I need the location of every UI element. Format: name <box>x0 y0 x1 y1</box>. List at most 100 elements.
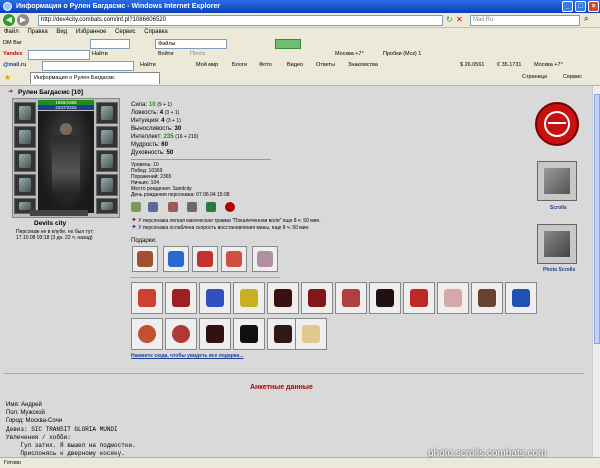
answers-button[interactable]: Ответы <box>316 60 335 70</box>
gift-item[interactable] <box>267 282 299 314</box>
gift-item[interactable] <box>131 318 163 350</box>
badge-icon[interactable] <box>225 202 235 212</box>
mailru-logo: @mail.ru <box>3 62 27 68</box>
page-menu[interactable]: Страница <box>522 74 547 80</box>
mailru-find-button[interactable]: Найти <box>140 60 156 70</box>
shield-slot[interactable] <box>96 174 118 196</box>
boots-slot[interactable] <box>96 198 118 214</box>
badge-icon[interactable] <box>131 202 141 212</box>
badge-icon[interactable] <box>168 202 178 212</box>
dm-search-input[interactable] <box>90 39 130 49</box>
page-content: Рулен Багдасмс [10] ➔ 1968/1968 2347/231… <box>0 86 600 467</box>
login-button[interactable]: Войти <box>158 49 173 59</box>
tab-current[interactable]: Информация о Рулен Багдасмс <box>30 72 160 84</box>
gift-item[interactable] <box>403 282 435 314</box>
back-button[interactable]: ◀ <box>3 14 15 26</box>
gift-item[interactable] <box>221 246 247 272</box>
usd-rate: $ 26.0561 <box>460 62 485 68</box>
photo-scrolls-link[interactable]: Photo Scrolls <box>543 267 575 273</box>
favorites-star-icon[interactable]: ★ <box>4 73 11 82</box>
gift-item[interactable] <box>233 318 265 350</box>
badge-icon[interactable] <box>148 202 158 212</box>
gift-item[interactable] <box>335 282 367 314</box>
video-button[interactable]: Видео <box>287 60 303 70</box>
gift-item[interactable] <box>192 246 218 272</box>
profile-hobbies-line: Гул затих. Я вышел на подмостки. <box>6 442 136 449</box>
mail-button[interactable]: Почта <box>190 49 205 59</box>
traffic-widget[interactable]: Пробки (Мск) 1 <box>383 49 421 59</box>
helmet-slot[interactable] <box>14 102 36 124</box>
earring-slot[interactable] <box>96 102 118 124</box>
gift-item[interactable] <box>233 282 265 314</box>
gift-item[interactable] <box>132 246 158 272</box>
gift-item[interactable] <box>369 282 401 314</box>
photo-button[interactable]: Фото <box>259 60 272 70</box>
menu-edit[interactable]: Правка <box>27 29 47 35</box>
gift-item[interactable] <box>437 282 469 314</box>
my-world-button[interactable]: Мой мир <box>196 60 218 70</box>
gift-item[interactable] <box>301 282 333 314</box>
forward-button[interactable]: ▶ <box>17 14 29 26</box>
blogs-button[interactable]: Блоги <box>232 60 247 70</box>
refresh-icon[interactable]: ↻ <box>446 15 453 24</box>
arrow-icon: ➔ <box>8 89 14 95</box>
close-button[interactable]: × <box>588 1 599 12</box>
menu-tools[interactable]: Сервис <box>115 29 136 35</box>
maximize-button[interactable]: □ <box>575 1 586 12</box>
scrolls-link[interactable]: Scrolls <box>550 205 567 211</box>
gloves-slot[interactable] <box>96 150 118 172</box>
stat-strength: Сила: 10 (9 + 1) <box>131 102 172 108</box>
mana-bar: 2347/2315 <box>38 105 94 110</box>
minimize-button[interactable]: _ <box>562 1 573 12</box>
service-menu[interactable]: Сервис <box>563 74 582 80</box>
eur-rate: € 35.1731 <box>497 62 522 68</box>
mailru-search-input[interactable] <box>42 61 134 71</box>
weather-widget[interactable]: Москва +7° <box>335 49 364 59</box>
menu-file[interactable]: Файл <box>4 29 19 35</box>
stand-bar <box>30 210 88 216</box>
gifts-divider <box>130 277 280 278</box>
dm-bar-label: DM Bar <box>3 40 22 46</box>
url-input[interactable]: http://dev4city.combats.com/inf.pl?10866… <box>38 15 443 26</box>
gift-item[interactable] <box>165 282 197 314</box>
avatar <box>38 111 94 213</box>
weather-moscow[interactable]: Москва +7° <box>534 60 563 70</box>
stat-spirituality: Духовность: 50 <box>131 150 174 156</box>
stat-intellect: Интеллект: 235 (16 + 219) <box>131 134 199 140</box>
gift-item[interactable] <box>165 318 197 350</box>
amulet-slot[interactable] <box>14 126 36 148</box>
photo-scrolls-icon[interactable] <box>537 224 577 264</box>
scrolls-icon[interactable] <box>537 161 577 201</box>
gift-item[interactable] <box>505 282 537 314</box>
vertical-scrollbar[interactable] <box>592 86 600 457</box>
menu-view[interactable]: Вид <box>56 29 67 35</box>
gift-item[interactable] <box>252 246 278 272</box>
gift-item[interactable] <box>163 246 189 272</box>
clan-emblem[interactable] <box>535 102 579 146</box>
search-input[interactable]: Mail.Ru <box>470 15 580 26</box>
armor-slot[interactable] <box>14 174 36 196</box>
profile-hobbies-label: Увлечения / хобби: <box>6 434 71 441</box>
files-dropdown[interactable]: Файлы <box>155 39 227 49</box>
yandex-find-button[interactable]: Найти <box>92 49 108 59</box>
character-name: Рулен Багдасмс [10] <box>18 89 84 96</box>
badge-icon[interactable] <box>206 202 216 212</box>
stop-icon[interactable]: ✕ <box>456 15 463 24</box>
gift-item[interactable] <box>131 282 163 314</box>
gift-item[interactable] <box>199 318 231 350</box>
gift-item[interactable] <box>295 318 327 350</box>
weapon-slot[interactable] <box>14 150 36 172</box>
gift-item[interactable] <box>471 282 503 314</box>
yandex-search-input[interactable] <box>28 50 90 60</box>
info-birthday: День рождения персонажа: 07.06.04 15:08 <box>131 192 230 198</box>
badge-icon[interactable] <box>187 202 197 212</box>
scrollbar-thumb[interactable] <box>594 94 600 344</box>
menu-favorites[interactable]: Избранное <box>76 29 106 35</box>
dating-button[interactable]: Знакомства <box>348 60 378 70</box>
gift-item[interactable] <box>199 282 231 314</box>
menu-help[interactable]: Справка <box>144 29 168 35</box>
search-icon[interactable]: ⌕ <box>584 14 588 24</box>
stats-divider <box>131 159 271 160</box>
rings-slot[interactable] <box>96 126 118 148</box>
all-gifts-link[interactable]: Нажмите сюда, чтобы увидеть все подарки.… <box>131 353 244 359</box>
